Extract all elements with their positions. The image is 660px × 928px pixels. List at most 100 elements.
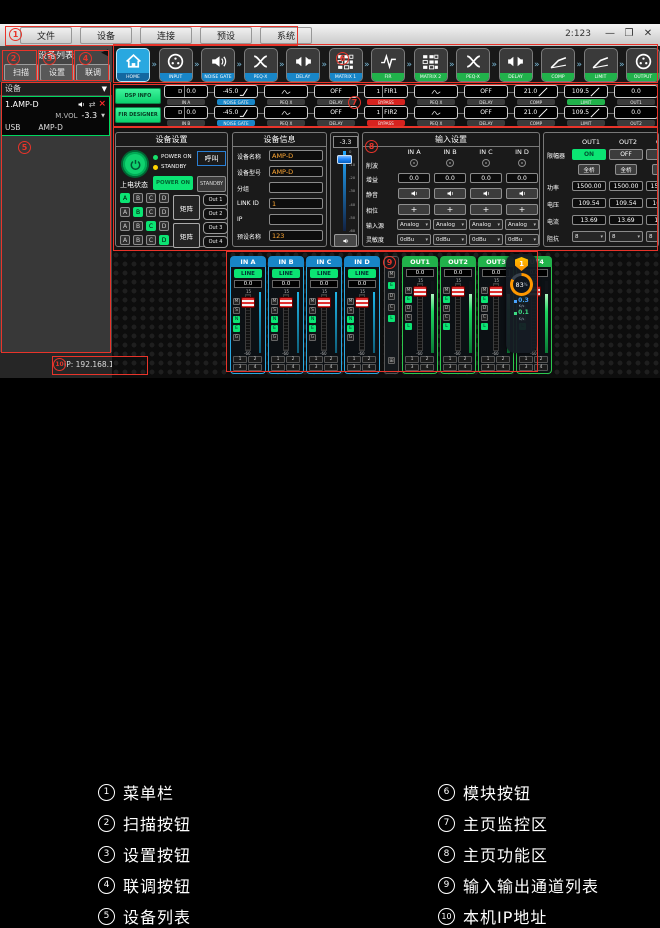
fader-handle[interactable] [280,298,292,307]
route-button-4[interactable]: 4 [248,364,262,371]
fir-designer-button[interactable]: FIR DESIGNER [115,107,161,123]
route-button-3[interactable]: 3 [405,364,419,371]
channel-tab-in-d[interactable]: IN D [344,256,380,267]
phase-button-in-3[interactable]: + [470,204,502,215]
strip-side-button-d[interactable]: D [443,305,450,312]
strip-side-button-n[interactable]: N [271,316,278,323]
strip-side-button-e[interactable]: E [233,325,240,332]
gain-value-in-3[interactable]: 0.0 [470,173,502,183]
route-button-4[interactable]: 4 [534,364,548,371]
fader-handle[interactable] [318,298,330,307]
phase-button-in-1[interactable]: + [398,204,430,215]
strip-side-button-m[interactable]: M [233,298,240,305]
route-button-1[interactable]: 1 [405,356,419,363]
strip-side-button-s[interactable]: S [347,307,354,314]
channel-strip-out2[interactable]: OUT20.015-60MEDCL1234 [440,256,476,374]
monitor-value-box[interactable]: OFF [464,106,508,119]
route-button-4[interactable]: 4 [420,364,434,371]
fader-handle[interactable] [414,287,426,296]
strip-side-button-m[interactable]: M [443,287,450,294]
matrix-cell-d-row1[interactable]: D [159,193,169,203]
settings-button[interactable]: 设置 [40,64,74,81]
remove-device-icon[interactable]: × [98,99,106,109]
impedance-select-out-1[interactable]: 8▾ [572,231,606,242]
channel-strip-in-b[interactable]: IN BLINE0.015-60MSNEG1234 [268,256,304,374]
monitor-value-box[interactable]: 109.5 [564,85,608,98]
strip-side-button-d[interactable]: D [405,305,412,312]
route-button-4[interactable]: 4 [496,364,510,371]
module-button-matrix-1[interactable]: MATRIX 1 [329,48,363,82]
module-button-fir[interactable]: FIR [371,48,405,82]
phase-button-in-4[interactable]: + [506,204,538,215]
matrix-cell-d-row4[interactable]: D [159,235,169,245]
monitor-value-box[interactable]: D0.0 [164,85,208,98]
limiter-toggle-out-2[interactable]: OFF [609,149,643,160]
strip-side-button-n[interactable]: N [233,316,240,323]
strip-side-button-n[interactable]: N [309,316,316,323]
module-button-peq-x[interactable]: PEQ-X [456,48,490,82]
module-button-input[interactable]: INPUT [159,48,193,82]
route-button-3[interactable]: 3 [481,364,495,371]
line-button[interactable]: LINE [310,269,338,278]
route-button-4[interactable]: 4 [458,364,472,371]
bridge-button-out-3[interactable]: 全桥 [652,164,659,175]
collapse-arrow-icon[interactable]: ◀ [101,48,108,58]
matrix-cell-b-row4[interactable]: B [133,235,143,245]
channel-gain-value[interactable]: 0.0 [272,280,300,288]
module-button-output[interactable]: OUTPUT [626,48,660,82]
strip-side-button-m[interactable]: M [481,287,488,294]
module-button-home[interactable]: HOME [116,48,150,82]
fader-handle[interactable] [356,298,368,307]
route-button-3[interactable]: 3 [309,364,323,371]
line-button[interactable]: LINE [348,269,376,278]
power-on-button[interactable]: POWER ON [153,176,193,190]
dsp-info-button[interactable]: DSP INFO [115,88,161,104]
call-button[interactable]: 呼叫 [197,151,226,166]
info-input-设备型号[interactable]: AMP-D [269,166,323,177]
phase-button-in-2[interactable]: + [434,204,466,215]
chevron-down-icon[interactable]: ▼ [101,113,105,119]
menu-item-系统[interactable]: 系统 [260,27,312,44]
matrix-cell-d-row3[interactable]: D [159,221,169,231]
monitor-value-box[interactable]: D0.0 [164,106,208,119]
fader-handle[interactable] [242,298,254,307]
strip-side-button-g[interactable]: G [271,334,278,341]
strip-side-button-m[interactable]: M [347,298,354,305]
matrix-cell-b-row2[interactable]: B [133,207,143,217]
route-button-2[interactable]: 2 [362,356,376,363]
device-dropdown[interactable]: 设备 ▼ [0,82,112,95]
route-button-2[interactable]: 2 [458,356,472,363]
source-select-in-3[interactable]: Analog▾ [469,219,503,230]
channel-strip-in-d[interactable]: IN DLINE0.015-60MSNEG1234 [344,256,380,374]
strip-side-button-g[interactable]: G [309,334,316,341]
monitor-value-box[interactable]: 21.0 [514,85,558,98]
route-button-1[interactable]: 1 [233,356,247,363]
module-button-noise-gate[interactable]: NOISE GATE [201,48,235,82]
channel-gain-value[interactable]: 0.0 [348,280,376,288]
matrix-cell-c-row2[interactable]: C [146,207,156,217]
route-button-2[interactable]: 2 [248,356,262,363]
narrow-side-button-e[interactable]: E [388,282,395,289]
module-button-delay[interactable]: DELAY [286,48,320,82]
channel-gain-value[interactable]: 0.0 [234,280,262,288]
monitor-value-box[interactable]: 1FIR1 [364,85,408,98]
channel-tab-out1[interactable]: OUT1 [402,256,438,267]
info-input-ip[interactable] [269,214,323,225]
route-button-1[interactable]: 1 [271,356,285,363]
route-button-2[interactable]: 2 [496,356,510,363]
channel-strip-in-a[interactable]: IN ALINE0.015-60MSNEG1234 [230,256,266,374]
strip-side-button-n[interactable]: N [347,316,354,323]
device-list-item[interactable]: 1.AMP-D ⇄ × M.VOL -3.3 ▼ USB AMP-D [1,96,110,136]
maximize-button[interactable]: ❐ [623,28,635,39]
matrix-cell-d-row2[interactable]: D [159,207,169,217]
route-button-3[interactable]: 3 [347,364,361,371]
gain-value-in-4[interactable]: 0.0 [506,173,538,183]
module-button-matrix-2[interactable]: MATRIX 2 [414,48,448,82]
channel-gain-value[interactable]: 0.0 [310,280,338,288]
fader-handle[interactable] [490,287,502,296]
matrix-cell-c-row4[interactable]: C [146,235,156,245]
matrix-box-2[interactable]: 矩阵 [173,223,200,248]
fader-handle[interactable] [452,287,464,296]
strip-side-button-s[interactable]: S [233,307,240,314]
strip-side-button-e[interactable]: E [347,325,354,332]
